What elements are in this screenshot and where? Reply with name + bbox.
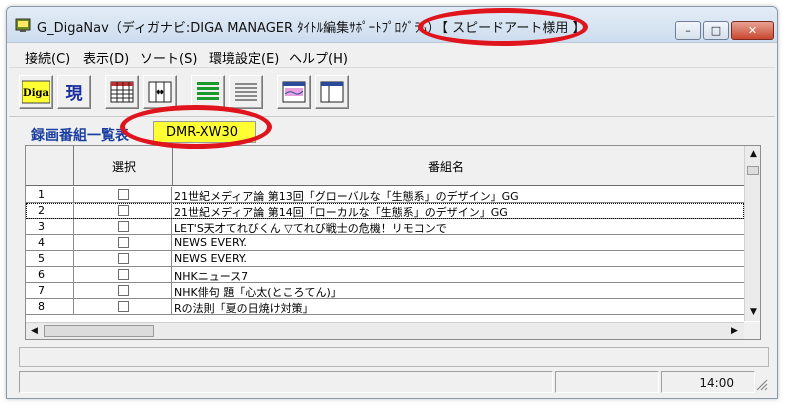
close-icon: ✕ — [747, 24, 758, 37]
title-user-tag: 【 スピードアート様用 】 — [435, 21, 586, 36]
menu-help[interactable]: ヘルプ(H) — [289, 48, 348, 67]
column-width-icon — [148, 81, 172, 103]
current-button[interactable]: 現 — [57, 75, 91, 109]
status-bar: 14:00 — [19, 371, 769, 395]
split-view-icon — [320, 81, 344, 103]
vertical-scrollbar[interactable]: ▲ ▼ — [744, 146, 760, 321]
row-checkbox[interactable] — [118, 301, 129, 312]
current-icon: 現 — [66, 84, 83, 104]
grid-table-icon — [110, 81, 134, 103]
diga-icon: Diga — [22, 80, 50, 104]
list-lines-icon — [235, 83, 257, 101]
horizontal-scrollbar[interactable]: ◀ ▶ — [26, 322, 744, 339]
table-row[interactable]: 1 21世紀メディア論 第13回「グローバルな「生態系」のデザイン」GG — [26, 187, 744, 203]
svg-text:Diga: Diga — [23, 88, 49, 99]
menu-view[interactable]: 表示(D) — [83, 48, 129, 67]
grid-table-button[interactable] — [105, 75, 139, 109]
table-row[interactable]: 5 NEWS EVERY. — [26, 251, 744, 267]
close-button[interactable]: ✕ — [731, 21, 774, 40]
menu-bar: 接続(C) 表示(D) ソート(S) 環境設定(E) ヘルプ(H) — [9, 44, 775, 67]
row-number: 1 — [26, 187, 74, 202]
program-name: NHKニュース7 — [174, 270, 249, 282]
scroll-down-icon[interactable]: ▼ — [745, 304, 760, 321]
header-number[interactable] — [26, 146, 74, 186]
row-checkbox[interactable] — [118, 189, 129, 200]
scroll-right-icon[interactable]: ▶ — [726, 323, 743, 339]
header-program-name[interactable]: 番組名 — [173, 146, 744, 186]
resize-grip-icon[interactable] — [756, 379, 768, 391]
program-name: NEWS EVERY. — [174, 236, 247, 249]
row-number: 4 — [26, 235, 74, 250]
maximize-icon: □ — [710, 24, 722, 37]
model-badge: DMR-XW30 — [153, 121, 256, 143]
program-name: Rの法則「夏の日焼け対策」 — [174, 302, 314, 314]
status-time: 14:00 — [699, 376, 734, 390]
preview-icon — [282, 81, 306, 103]
program-list-grid[interactable]: 選択 番組名 1 21世紀メディア論 第13回「グローバルな「生態系」のデザイン… — [25, 145, 761, 340]
model-name: DMR-XW30 — [166, 125, 239, 140]
scroll-corner — [744, 322, 760, 339]
program-name: 21世紀メディア論 第14回「ローカルな「生態系」のデザイン」GG — [174, 206, 508, 218]
minimize-button[interactable]: – — [675, 21, 701, 40]
column-width-button[interactable] — [143, 75, 177, 109]
scroll-up-icon[interactable]: ▲ — [745, 146, 760, 163]
row-number: 8 — [26, 299, 74, 314]
table-row[interactable]: 7 NHK俳句 題「心太(ところてん)」 — [26, 283, 744, 299]
status-panel-main — [19, 371, 553, 393]
menu-connect[interactable]: 接続(C) — [25, 48, 70, 67]
svg-text:現: 現 — [66, 84, 83, 104]
message-bar — [19, 347, 769, 367]
program-name: NEWS EVERY. — [174, 252, 247, 265]
list-green-icon — [197, 82, 219, 100]
split-view-button[interactable] — [315, 75, 349, 109]
app-icon — [15, 18, 31, 32]
table-row[interactable]: 8 Rの法則「夏の日焼け対策」 — [26, 299, 744, 315]
row-number: 6 — [26, 267, 74, 282]
program-name: 21世紀メディア論 第13回「グローバルな「生態系」のデザイン」GG — [174, 190, 519, 202]
row-checkbox[interactable] — [118, 205, 129, 216]
section-title: 録画番組一覧表 — [31, 128, 129, 144]
row-checkbox[interactable] — [118, 285, 129, 296]
toolbar: Diga 現 — [9, 67, 775, 117]
table-row-selected[interactable]: 2 21世紀メディア論 第14回「ローカルな「生態系」のデザイン」GG — [26, 203, 744, 219]
maximize-button[interactable]: □ — [703, 21, 729, 40]
table-row[interactable]: 3 LET'S天才てれびくん ▽てれび戦士の危機！リモコンで — [26, 219, 744, 235]
vertical-scroll-thumb[interactable] — [747, 166, 759, 175]
program-name: LET'S天才てれびくん ▽てれび戦士の危機！リモコンで — [174, 222, 447, 234]
diga-button[interactable]: Diga — [19, 75, 53, 109]
row-number: 2 — [26, 203, 74, 218]
table-row[interactable]: 4 NEWS EVERY. — [26, 235, 744, 251]
list-lines-button[interactable] — [229, 75, 263, 109]
table-row[interactable]: 6 NHKニュース7 — [26, 267, 744, 283]
window-title: G_DigaNav（ディガナビ:DIGA MANAGER ﾀｲﾄﾙ編集ｻﾎﾟｰﾄ… — [37, 21, 441, 36]
horizontal-scroll-thumb[interactable] — [44, 325, 154, 337]
program-name: NHK俳句 題「心太(ところてん)」 — [174, 286, 342, 298]
menu-sort[interactable]: ソート(S) — [140, 48, 197, 67]
preview-button[interactable] — [277, 75, 311, 109]
menu-settings[interactable]: 環境設定(E) — [209, 48, 279, 67]
header-select[interactable]: 選択 — [74, 146, 173, 186]
row-checkbox[interactable] — [118, 253, 129, 264]
row-checkbox[interactable] — [118, 221, 129, 232]
row-checkbox[interactable] — [118, 269, 129, 280]
list-green-button[interactable] — [191, 75, 225, 109]
row-checkbox[interactable] — [118, 237, 129, 248]
row-number: 3 — [26, 219, 74, 234]
status-panel-time: 14:00 — [661, 371, 755, 393]
title-bar[interactable]: G_DigaNav（ディガナビ:DIGA MANAGER ﾀｲﾄﾙ編集ｻﾎﾟｰﾄ… — [7, 7, 777, 43]
table-header: 選択 番組名 — [26, 146, 744, 186]
minimize-icon: – — [685, 24, 691, 37]
scroll-left-icon[interactable]: ◀ — [26, 323, 43, 339]
app-window: G_DigaNav（ディガナビ:DIGA MANAGER ﾀｲﾄﾙ編集ｻﾎﾟｰﾄ… — [6, 6, 778, 399]
row-number: 7 — [26, 283, 74, 298]
row-number: 5 — [26, 251, 74, 266]
status-panel-middle — [555, 371, 659, 393]
